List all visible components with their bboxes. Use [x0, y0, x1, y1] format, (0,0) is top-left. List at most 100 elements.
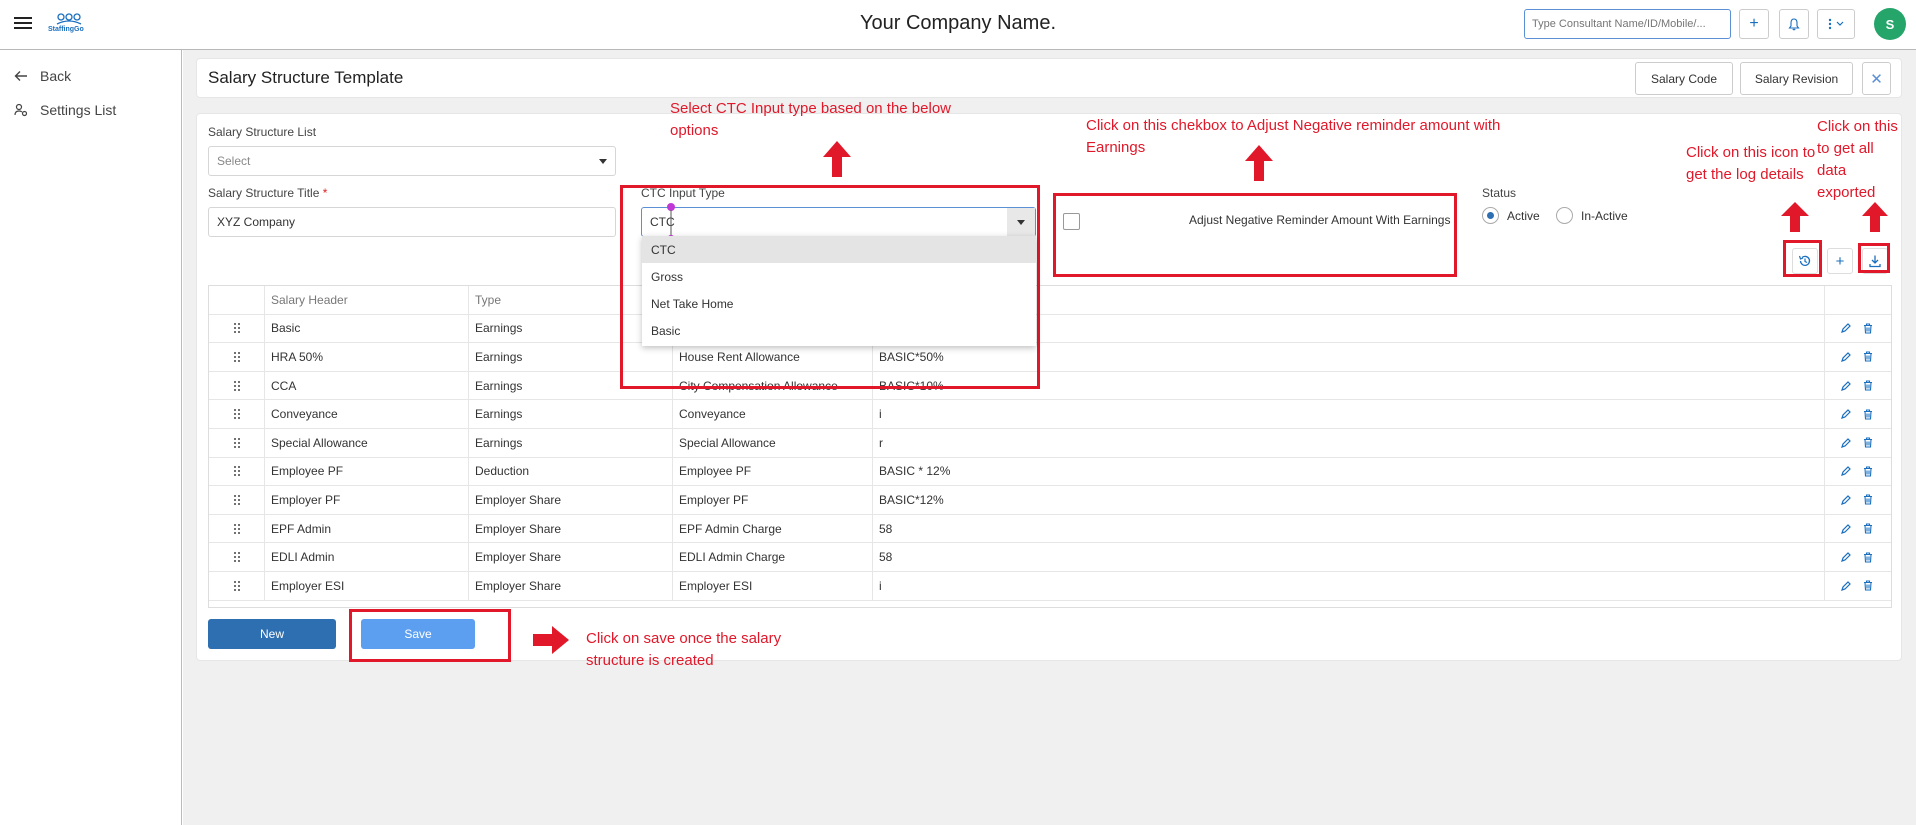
- structure-list-select[interactable]: Select: [208, 146, 616, 176]
- more-menu-button[interactable]: [1817, 9, 1855, 39]
- drag-handle-icon[interactable]: [209, 400, 265, 428]
- user-settings-icon: [14, 103, 28, 117]
- consultant-search-input[interactable]: [1524, 9, 1731, 39]
- edit-icon[interactable]: [1841, 352, 1851, 362]
- delete-icon[interactable]: [1863, 580, 1873, 591]
- highlight-box-log: [1783, 240, 1822, 277]
- cell-description: Employer ESI: [673, 572, 873, 600]
- delete-icon[interactable]: [1863, 494, 1873, 506]
- drag-handle-icon[interactable]: [209, 486, 265, 514]
- cell-type: Employer Share: [469, 543, 673, 571]
- edit-icon[interactable]: [1841, 523, 1851, 534]
- delete-icon[interactable]: [1863, 437, 1873, 448]
- annotation-ctc: Select CTC Input type based on the below…: [670, 100, 952, 139]
- row-actions: [1825, 343, 1891, 371]
- drag-handle-icon[interactable]: [209, 457, 265, 486]
- cell-description: Conveyance: [673, 400, 873, 428]
- drag-handle-icon[interactable]: [209, 543, 265, 571]
- red-arrow-right-icon: [533, 626, 569, 654]
- edit-icon[interactable]: [1841, 409, 1851, 420]
- edit-icon[interactable]: [1841, 323, 1851, 334]
- cell-formula: i: [873, 572, 1825, 600]
- notifications-button[interactable]: [1779, 9, 1809, 39]
- sidebar-item-label: Settings List: [40, 102, 117, 118]
- highlight-box-save: [349, 609, 511, 662]
- salary-code-button[interactable]: Salary Code: [1635, 62, 1733, 95]
- cell-salary-header: EDLI Admin: [265, 543, 469, 571]
- ctc-option[interactable]: Net Take Home: [642, 290, 1036, 317]
- close-button[interactable]: ✕: [1862, 62, 1891, 95]
- status-active-label: Active: [1507, 208, 1540, 223]
- edit-icon[interactable]: [1841, 552, 1851, 563]
- delete-icon[interactable]: [1863, 409, 1873, 420]
- table-row[interactable]: CCA Earnings City Compensation Allowance BA…: [209, 371, 1891, 401]
- structure-title-input[interactable]: XYZ Company: [208, 207, 616, 237]
- cell-type: Earnings: [469, 429, 673, 457]
- new-button[interactable]: New: [208, 619, 336, 649]
- ctc-option[interactable]: CTC: [642, 236, 1036, 263]
- row-actions: [1825, 543, 1891, 571]
- drag-handle-icon[interactable]: [209, 429, 265, 457]
- ctc-option[interactable]: Gross: [642, 263, 1036, 290]
- cell-type: Deduction: [469, 457, 673, 486]
- drag-handle-icon[interactable]: [209, 314, 265, 343]
- drag-handle-icon[interactable]: [209, 514, 265, 543]
- table-row[interactable]: Special Allowance Earnings Special Allowan…: [209, 429, 1891, 458]
- status-active-radio[interactable]: Active: [1482, 207, 1540, 224]
- delete-icon[interactable]: [1863, 466, 1873, 477]
- table-row[interactable]: HRA 50% Earnings House Rent Allowance BASIC…: [209, 343, 1891, 372]
- ctc-option[interactable]: Basic: [642, 317, 1036, 344]
- status-inactive-radio[interactable]: In-Active: [1556, 207, 1628, 224]
- arrow-left-icon: [14, 71, 27, 81]
- add-row-button[interactable]: +: [1827, 248, 1853, 274]
- edit-icon[interactable]: [1841, 495, 1851, 505]
- row-actions: [1825, 372, 1891, 400]
- table-row[interactable]: EPF Admin Employer Share EPF Admin Charge 5…: [209, 514, 1891, 544]
- cell-description: Employee PF: [673, 457, 873, 486]
- cell-description: Employer PF: [673, 486, 873, 514]
- structure-title-label-text: Salary Structure Title: [208, 186, 320, 200]
- user-avatar[interactable]: S: [1874, 8, 1906, 40]
- sidebar-item-settings-list[interactable]: Settings List: [14, 99, 116, 121]
- table-row[interactable]: Basic Earnings: [209, 314, 1891, 344]
- edit-icon[interactable]: [1841, 466, 1851, 477]
- delete-icon[interactable]: [1863, 323, 1873, 334]
- row-actions: [1825, 400, 1891, 428]
- delete-icon[interactable]: [1863, 380, 1873, 391]
- delete-icon[interactable]: [1863, 552, 1873, 563]
- radio-selected-icon: [1482, 207, 1499, 224]
- cell-salary-header: Employee PF: [265, 457, 469, 486]
- delete-icon[interactable]: [1863, 523, 1873, 534]
- edit-icon[interactable]: [1841, 580, 1851, 591]
- hamburger-menu-icon[interactable]: [14, 14, 32, 32]
- logo-text: StaffingGo: [48, 26, 84, 33]
- sidebar-item-back[interactable]: Back: [14, 65, 71, 87]
- add-button[interactable]: +: [1739, 9, 1769, 39]
- salary-revision-button[interactable]: Salary Revision: [1740, 62, 1853, 95]
- table-row[interactable]: EDLI Admin Employer Share EDLI Admin Charg…: [209, 543, 1891, 572]
- row-actions: [1825, 429, 1891, 457]
- table-row[interactable]: Conveyance Earnings Conveyance i: [209, 400, 1891, 429]
- drag-handle-icon[interactable]: [209, 371, 265, 400]
- page-title: Salary Structure Template: [208, 68, 404, 87]
- delete-icon[interactable]: [1863, 351, 1873, 363]
- more-vertical-icon: [1828, 18, 1844, 30]
- radio-unselected-icon: [1556, 207, 1573, 224]
- drag-handle-icon[interactable]: [209, 343, 265, 371]
- edit-icon[interactable]: [1841, 380, 1851, 391]
- structure-list-label: Salary Structure List: [208, 125, 317, 139]
- drag-handle-icon[interactable]: [209, 572, 265, 600]
- table-row[interactable]: Employer PF Employer Share Employer PF BASI…: [209, 486, 1891, 515]
- cell-formula: 58: [873, 514, 1825, 543]
- table-row[interactable]: Employer ESI Employer Share Employer ESI i: [209, 572, 1891, 601]
- chevron-down-icon: [599, 158, 607, 164]
- salary-structure-table: Salary Header Type Basic Earnings HRA 50% E…: [208, 285, 1892, 608]
- cell-salary-header: EPF Admin: [265, 514, 469, 543]
- ctc-dropdown-menu: CTC Gross Net Take Home Basic: [642, 236, 1036, 346]
- header-actions: [1825, 286, 1891, 314]
- table-row[interactable]: Employee PF Deduction Employee PF BASIC * 1…: [209, 457, 1891, 487]
- edit-icon[interactable]: [1841, 437, 1851, 448]
- logo-mark-icon: [56, 13, 82, 25]
- highlight-box-checkbox: [1053, 193, 1457, 277]
- structure-title-label: Salary Structure Title *: [208, 186, 327, 200]
